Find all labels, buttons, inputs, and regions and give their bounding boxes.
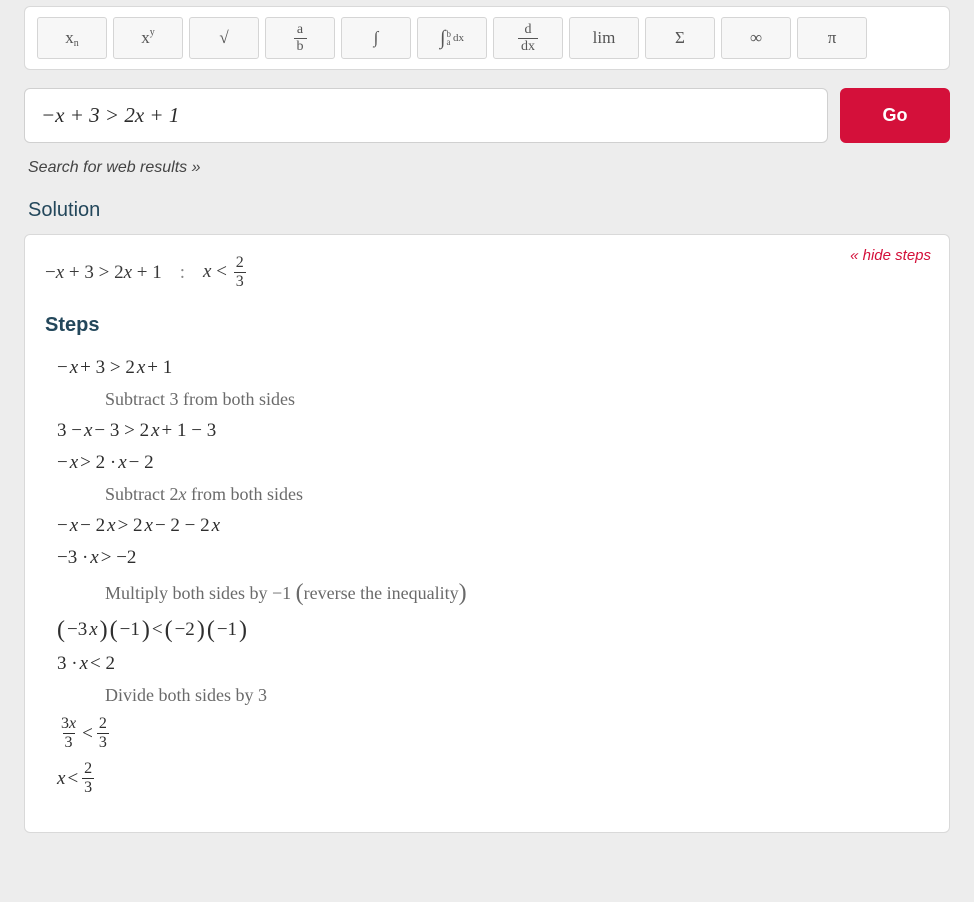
toolkey-pi[interactable]: π xyxy=(797,17,867,59)
step-explain: Subtract 3 from both sides xyxy=(105,389,929,410)
toolkey-derivative[interactable]: ddx xyxy=(493,17,563,59)
step-expr: −x > 2 · x − 2 xyxy=(57,452,929,474)
step-expr: 3 − x − 3 > 2x + 1 − 3 xyxy=(57,420,929,442)
summary-separator: : xyxy=(180,262,185,284)
toolkey-subscript[interactable]: xn xyxy=(37,17,107,59)
toolkey-limit[interactable]: lim xyxy=(569,17,639,59)
summary-answer: x < 23 xyxy=(203,255,248,290)
step-expr: −x − 2x > 2x − 2 − 2x xyxy=(57,515,929,537)
toolkey-def-integral[interactable]: ∫badx xyxy=(417,17,487,59)
step-expr: −3 · x > −2 xyxy=(57,547,929,569)
symbol-toolbar: xnxy√ab∫∫badxddxlimΣ∞π xyxy=(24,6,950,70)
step-explain: Subtract 2x from both sides xyxy=(105,484,929,505)
step-explain: Multiply both sides by −1 (reverse the i… xyxy=(105,579,929,606)
step-frac: 3x3 < 23 xyxy=(57,716,929,751)
toolkey-sqrt[interactable]: √ xyxy=(189,17,259,59)
toolkey-integral[interactable]: ∫ xyxy=(341,17,411,59)
hide-steps-link[interactable]: « hide steps xyxy=(850,247,931,264)
toolkey-superscript[interactable]: xy xyxy=(113,17,183,59)
steps-heading: Steps xyxy=(45,314,929,337)
solution-panel: « hide steps −x + 3 > 2x + 1 : x < 23 St… xyxy=(24,234,950,833)
steps-container: −x + 3 > 2x + 1 Subtract 3 from both side… xyxy=(45,357,929,796)
search-row: Go xyxy=(24,88,950,143)
solution-summary: −x + 3 > 2x + 1 : x < 23 xyxy=(45,255,929,290)
toolkey-infinity[interactable]: ∞ xyxy=(721,17,791,59)
step-expr: (−3x)(−1) < (−2)(−1) xyxy=(57,616,929,643)
search-web-link[interactable]: Search for web results » xyxy=(28,159,201,177)
step-explain: Divide both sides by 3 xyxy=(105,685,929,706)
toolkey-fraction[interactable]: ab xyxy=(265,17,335,59)
step-answer: x < 23 xyxy=(57,761,929,796)
expression-input[interactable] xyxy=(24,88,828,143)
step-expr: 3 · x < 2 xyxy=(57,653,929,675)
go-button[interactable]: Go xyxy=(840,88,950,143)
step-expr: −x + 3 > 2x + 1 xyxy=(57,357,929,379)
toolkey-sum[interactable]: Σ xyxy=(645,17,715,59)
solution-heading: Solution xyxy=(28,199,950,222)
summary-problem: −x + 3 > 2x + 1 xyxy=(45,262,162,284)
